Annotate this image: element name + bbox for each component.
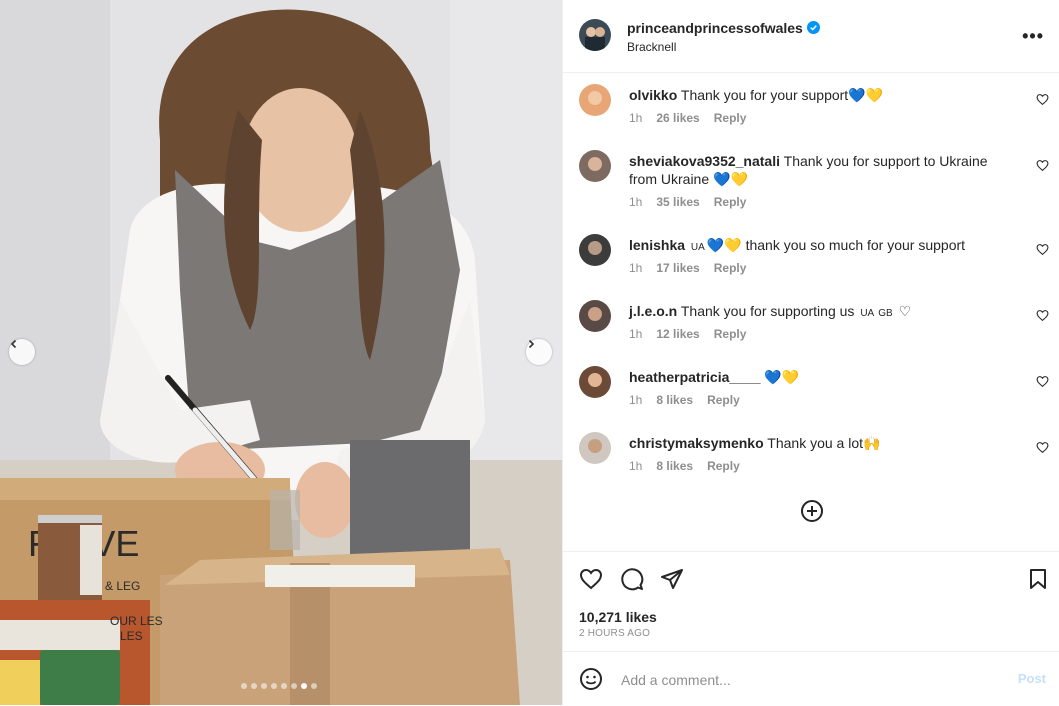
emoji-icon[interactable] — [579, 667, 603, 691]
reply-button[interactable]: Reply — [707, 459, 740, 473]
reply-button[interactable]: Reply — [714, 261, 747, 275]
reply-button[interactable]: Reply — [707, 393, 740, 407]
post-photo: F TIVE & LEG OUR LES LES — [0, 0, 562, 705]
post-side-panel: princeandprincessofwales Bracknell ••• o… — [562, 0, 1059, 705]
comment-likes[interactable]: 12 likes — [656, 327, 699, 341]
chevron-left-icon — [10, 339, 17, 349]
comment-username[interactable]: christymaksymenko — [629, 435, 764, 451]
reply-button[interactable]: Reply — [714, 327, 747, 341]
post-location[interactable]: Bracknell — [627, 40, 676, 54]
carousel-dot — [291, 683, 297, 689]
comment-username[interactable]: j.l.e.o.n — [629, 303, 677, 319]
comment-username[interactable]: olvikko — [629, 87, 677, 103]
author-avatar[interactable] — [579, 19, 611, 51]
comment-meta: 1h 8 likes Reply — [629, 393, 754, 407]
comment-emoji: 💙💛 — [713, 171, 748, 187]
comment-input[interactable] — [619, 666, 993, 694]
post-actions: 10,271 likes 2 HOURS AGO — [563, 551, 1059, 652]
like-count[interactable]: 10,271 likes — [579, 609, 657, 625]
commenter-avatar[interactable] — [579, 84, 611, 116]
commenter-avatar[interactable] — [579, 366, 611, 398]
photo-illustration: F TIVE & LEG OUR LES LES — [0, 0, 562, 705]
comment-likes[interactable]: 35 likes — [656, 195, 699, 209]
flag-ua: UA — [860, 308, 875, 319]
comment-likes[interactable]: 17 likes — [656, 261, 699, 275]
comment-body: Thank you for supporting us — [680, 303, 855, 319]
carousel-dot — [301, 683, 307, 689]
post-timestamp[interactable]: 2 HOURS AGO — [579, 628, 650, 639]
comment-meta: 1h 26 likes Reply — [629, 111, 760, 125]
post-comment-button[interactable]: Post — [1018, 671, 1046, 686]
comment-likes[interactable]: 26 likes — [656, 111, 699, 125]
heart-icon[interactable] — [579, 567, 603, 591]
commenter-avatar[interactable] — [579, 234, 611, 266]
more-options-icon[interactable]: ••• — [1022, 26, 1044, 47]
author-username-text[interactable]: princeandprincessofwales — [627, 20, 803, 36]
comment-like-heart-icon[interactable] — [1036, 159, 1049, 172]
commenter-avatar[interactable] — [579, 432, 611, 464]
comment-emoji: 💙💛 — [706, 237, 742, 253]
flag-ua: UA — [690, 242, 705, 253]
comment-username[interactable]: heatherpatricia____ — [629, 369, 761, 385]
reply-button[interactable]: Reply — [714, 111, 747, 125]
comment-time[interactable]: 1h — [629, 393, 642, 407]
comment-text: sheviakova9352_natali Thank you for supp… — [629, 152, 1019, 188]
comment-meta: 1h 8 likes Reply — [629, 459, 754, 473]
carousel-dot — [271, 683, 277, 689]
carousel-dot — [281, 683, 287, 689]
comment-likes[interactable]: 8 likes — [656, 393, 693, 407]
carousel-indicator — [241, 683, 317, 689]
carousel-dot — [261, 683, 267, 689]
can-label-1: & LEG — [105, 579, 140, 593]
comment-composer: Post — [563, 651, 1059, 706]
comment-body: Thank you a lot — [767, 435, 864, 451]
comment-like-heart-icon[interactable] — [1036, 375, 1049, 388]
comment-like-heart-icon[interactable] — [1036, 93, 1049, 106]
can-label-2: OUR LES — [110, 614, 163, 628]
comment-like-heart-icon[interactable] — [1036, 441, 1049, 454]
flag-gb: GB — [878, 308, 893, 319]
carousel-dot — [241, 683, 247, 689]
comment-meta: 1h 12 likes Reply — [629, 327, 760, 341]
chevron-right-icon — [528, 339, 535, 349]
next-slide-button[interactable] — [526, 339, 552, 365]
can-label-3: LES — [120, 629, 143, 643]
bookmark-icon[interactable] — [1026, 567, 1050, 591]
comment-time[interactable]: 1h — [629, 195, 642, 209]
comment-username[interactable]: lenishka — [629, 237, 685, 253]
comment-text: lenishka UA 💙💛 thank you so much for your… — [629, 236, 1019, 257]
comment-emoji: 💙💛 — [764, 369, 800, 385]
comment-body: Thank you for your support — [680, 87, 849, 103]
carousel-dot — [251, 683, 257, 689]
comment-emoji: ♡ — [898, 303, 912, 319]
comment-time[interactable]: 1h — [629, 261, 642, 275]
comment-emoji: 💙💛 — [848, 87, 884, 103]
comment-body: thank you so much for your support — [745, 237, 966, 253]
comment-text: christymaksymenko Thank you a lot🙌 — [629, 434, 1019, 452]
comment-username[interactable]: sheviakova9352_natali — [629, 153, 780, 169]
reply-button[interactable]: Reply — [714, 195, 747, 209]
comment-like-heart-icon[interactable] — [1036, 243, 1049, 256]
share-icon[interactable] — [660, 567, 684, 591]
comment-meta: 1h 17 likes Reply — [629, 261, 760, 275]
comment-emoji: 🙌 — [863, 435, 881, 451]
carousel-dot — [311, 683, 317, 689]
comment-likes[interactable]: 8 likes — [656, 459, 693, 473]
comment-text: j.l.e.o.n Thank you for supporting us UA… — [629, 302, 1019, 323]
comment-icon[interactable] — [620, 567, 644, 591]
comment-time[interactable]: 1h — [629, 459, 642, 473]
prev-slide-button[interactable] — [9, 339, 35, 365]
author-username[interactable]: princeandprincessofwales — [627, 20, 820, 36]
comment-time[interactable]: 1h — [629, 327, 642, 341]
comment-time[interactable]: 1h — [629, 111, 642, 125]
comment-text: heatherpatricia____ 💙💛 — [629, 368, 1019, 386]
verified-badge-icon — [806, 21, 820, 34]
comment-meta: 1h 35 likes Reply — [629, 195, 760, 209]
post-header: princeandprincessofwales Bracknell ••• — [563, 0, 1059, 73]
comment-text: olvikko Thank you for your support💙💛 — [629, 86, 1019, 104]
plus-circle-icon[interactable] — [800, 499, 824, 523]
comment-like-heart-icon[interactable] — [1036, 309, 1049, 322]
commenter-avatar[interactable] — [579, 150, 611, 182]
commenter-avatar[interactable] — [579, 300, 611, 332]
